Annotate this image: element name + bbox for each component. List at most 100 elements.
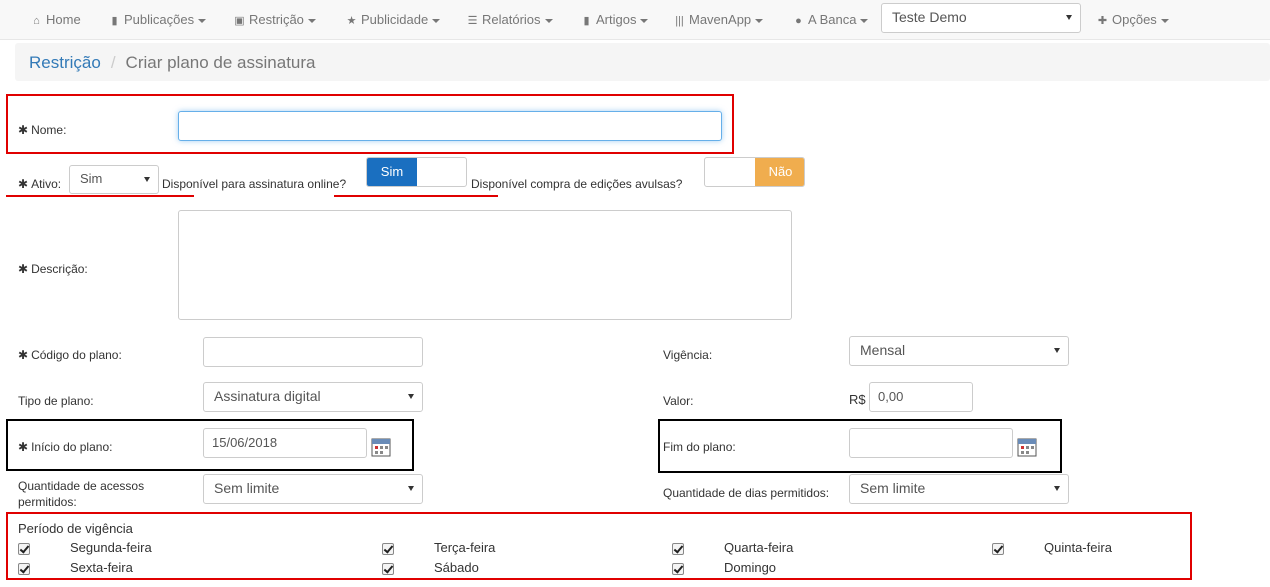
periodo-label: Período de vigência bbox=[18, 521, 133, 536]
nav-publicacoes-label: Publicações bbox=[124, 12, 195, 27]
globe-icon: ● bbox=[795, 15, 802, 27]
avulsas-toggle[interactable]: Não bbox=[704, 157, 805, 187]
nav-restricao-label: Restrição bbox=[249, 12, 304, 27]
nav-opcoes[interactable]: ✚ Opções bbox=[1096, 12, 1169, 27]
chevron-down-icon bbox=[1054, 348, 1060, 353]
qtd-acessos-label-line2: permitidos: bbox=[18, 495, 77, 509]
chevron-down-icon bbox=[860, 18, 869, 23]
online-toggle-on: Sim bbox=[367, 158, 417, 186]
inicio-date-value: 15/06/2018 bbox=[212, 435, 278, 450]
avulsas-label: Disponível compra de edições avulsas? bbox=[471, 177, 683, 191]
checkbox-quinta[interactable] bbox=[992, 543, 1004, 555]
qtd-acessos-label: Quantidade de acessos permitidos: bbox=[18, 478, 144, 510]
file-icon: ▮ bbox=[111, 15, 118, 27]
online-toggle[interactable]: Sim bbox=[366, 157, 467, 187]
plus-icon: ✚ bbox=[1097, 15, 1108, 27]
day-label-quarta: Quarta-feira bbox=[724, 540, 794, 555]
fim-label: Fim do plano: bbox=[663, 440, 736, 454]
page-title: Criar plano de assinatura bbox=[125, 53, 316, 72]
chevron-down-icon bbox=[432, 18, 441, 23]
nav-mavenapp-label: MavenApp bbox=[689, 12, 752, 27]
chevron-down-icon bbox=[755, 18, 764, 23]
required-asterisk-icon: ✱ bbox=[18, 440, 29, 454]
day-label-domingo: Domingo bbox=[724, 560, 777, 575]
qtd-acessos-select[interactable]: Sem limite bbox=[203, 474, 423, 504]
checkbox-terca[interactable] bbox=[382, 543, 394, 555]
required-asterisk-icon: ✱ bbox=[18, 123, 29, 137]
inicio-label: ✱ Início do plano: bbox=[18, 440, 112, 454]
annotation-box-periodo bbox=[6, 512, 1192, 580]
qtd-dias-select-value: Sem limite bbox=[860, 480, 926, 496]
online-label: Disponível para assinatura online? bbox=[162, 177, 347, 191]
valor-input-value: 0,00 bbox=[878, 389, 904, 404]
checkbox-sexta[interactable] bbox=[18, 563, 30, 575]
codigo-label: ✱ Código do plano: bbox=[18, 348, 122, 362]
fim-date-input[interactable] bbox=[849, 428, 1013, 458]
nav-abanca-label: A Banca bbox=[808, 12, 857, 27]
day-label-quinta: Quinta-feira bbox=[1044, 540, 1112, 555]
chevron-down-icon bbox=[1054, 486, 1060, 491]
qtd-dias-select[interactable]: Sem limite bbox=[849, 474, 1069, 504]
nav-artigos-label: Artigos bbox=[596, 12, 637, 27]
descricao-textarea[interactable] bbox=[178, 210, 792, 320]
nav-publicidade[interactable]: ★ Publicidade bbox=[345, 12, 441, 27]
nav-artigos[interactable]: ▮ Artigos bbox=[580, 12, 649, 27]
bookmark-icon: ▮ bbox=[583, 15, 590, 27]
codigo-label-text: Código do plano: bbox=[31, 348, 122, 362]
valor-input[interactable]: 0,00 bbox=[869, 382, 973, 412]
chevron-down-icon bbox=[408, 486, 414, 491]
qtd-dias-label: Quantidade de dias permitidos: bbox=[663, 486, 830, 500]
checkbox-quarta[interactable] bbox=[672, 543, 684, 555]
annotation-underline-online bbox=[334, 195, 498, 197]
nome-label-text: Nome: bbox=[31, 123, 67, 137]
valor-currency-prefix: R$ bbox=[849, 392, 866, 407]
nav-publicacoes[interactable]: ▮ Publicações bbox=[108, 12, 207, 27]
account-select-value: Teste Demo bbox=[892, 9, 967, 25]
nav-restricao[interactable]: ▣ Restrição bbox=[233, 12, 316, 27]
nome-input[interactable] bbox=[178, 111, 722, 141]
tipo-select[interactable]: Assinatura digital bbox=[203, 382, 423, 412]
chevron-down-icon bbox=[307, 18, 316, 23]
barcode-icon: ||| bbox=[675, 15, 684, 27]
nome-label: ✱ Nome: bbox=[18, 123, 66, 137]
vigencia-label: Vigência: bbox=[663, 348, 713, 362]
checkbox-sabado[interactable] bbox=[382, 563, 394, 575]
avulsas-toggle-off: Não bbox=[755, 158, 804, 186]
account-select[interactable]: Teste Demo bbox=[881, 3, 1081, 33]
required-asterisk-icon: ✱ bbox=[18, 348, 29, 362]
calendar-icon[interactable] bbox=[371, 437, 391, 457]
qtd-acessos-label-line1: Quantidade de acessos bbox=[18, 479, 145, 493]
vigencia-select[interactable]: Mensal bbox=[849, 336, 1069, 366]
day-label-terca: Terça-feira bbox=[434, 540, 496, 555]
day-label-sexta: Sexta-feira bbox=[70, 560, 133, 575]
nav-abanca[interactable]: ● A Banca bbox=[792, 12, 869, 27]
descricao-label-text: Descrição: bbox=[31, 262, 88, 276]
codigo-input[interactable] bbox=[203, 337, 423, 367]
lock-icon: ▣ bbox=[234, 15, 245, 27]
nav-relatorios[interactable]: ☰ Relatórios bbox=[466, 12, 553, 27]
nav-mavenapp[interactable]: ||| MavenApp bbox=[673, 12, 764, 27]
tipo-select-value: Assinatura digital bbox=[214, 388, 321, 404]
nav-opcoes-label: Opções bbox=[1112, 12, 1157, 27]
checkbox-segunda[interactable] bbox=[18, 543, 30, 555]
inicio-date-input[interactable]: 15/06/2018 bbox=[203, 428, 367, 458]
nav-home-label: Home bbox=[46, 12, 81, 27]
chevron-down-icon bbox=[1160, 18, 1169, 23]
chevron-down-icon bbox=[144, 176, 150, 182]
chevron-down-icon bbox=[408, 394, 414, 399]
tipo-label: Tipo de plano: bbox=[18, 394, 94, 408]
day-label-sabado: Sábado bbox=[434, 560, 479, 575]
required-asterisk-icon: ✱ bbox=[18, 177, 29, 191]
inicio-label-text: Início do plano: bbox=[31, 440, 113, 454]
ativo-select-value: Sim bbox=[80, 171, 103, 186]
nav-home[interactable]: ⌂ Home bbox=[30, 12, 81, 27]
ativo-select[interactable]: Sim bbox=[69, 165, 159, 194]
home-icon: ⌂ bbox=[33, 15, 40, 27]
ativo-label-text: Ativo: bbox=[31, 177, 62, 191]
nav-relatorios-label: Relatórios bbox=[482, 12, 541, 27]
required-asterisk-icon: ✱ bbox=[18, 262, 29, 276]
checkbox-domingo[interactable] bbox=[672, 563, 684, 575]
star-icon: ★ bbox=[346, 15, 357, 27]
calendar-icon[interactable] bbox=[1017, 437, 1037, 457]
breadcrumb-link-restricao[interactable]: Restrição bbox=[29, 53, 101, 72]
